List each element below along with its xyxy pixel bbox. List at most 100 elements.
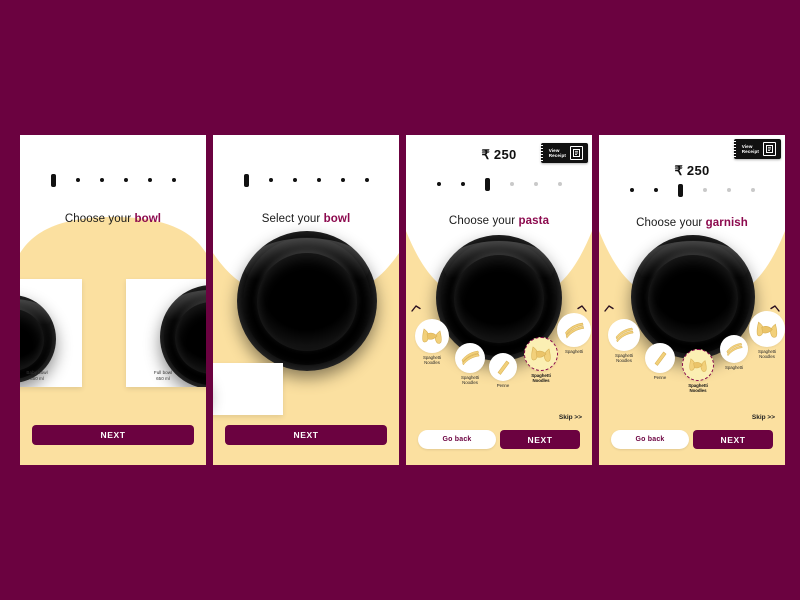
bowl-option-card-baby[interactable]: Baby bowl 350 ml [20,279,82,387]
page-title-highlight: bowl [323,213,351,225]
carousel-item-label: Penne [653,375,667,380]
progress-dot-1[interactable] [436,182,441,186]
carousel-item-label: Penne [496,383,510,388]
progress-dot-5[interactable] [147,178,152,182]
phone-mockup-select-bowl: Select your bowl NEXT [213,135,399,465]
progress-dot-5[interactable] [533,182,538,186]
progress-dot-3[interactable] [292,178,297,182]
go-back-button[interactable]: Go back [418,430,496,449]
pasta-thumb-bowtie-icon [415,319,449,353]
progress-dot-4[interactable] [702,188,707,192]
header-bar: ₹ 250 View Receipt [406,143,592,167]
progress-dot-4[interactable] [123,178,128,182]
bowl-option-card-full[interactable]: Full bowl 650 ml [126,279,206,387]
progress-dot-5[interactable] [340,178,345,182]
page-title-prefix: Choose your [448,215,519,227]
garnish-thumb-noodles-icon [720,335,748,363]
receipt-icon [763,142,776,156]
skip-link[interactable]: Skip >> [559,414,582,421]
carousel-item-5[interactable]: Spaghetti [554,313,592,354]
progress-dot-1[interactable] [243,173,249,187]
progress-dot-2[interactable] [653,188,658,192]
ticket-notch [732,141,736,157]
view-receipt-button[interactable]: View Receipt [732,139,781,159]
progress-dot-4[interactable] [509,182,514,186]
progress-dot-3[interactable] [484,177,490,191]
progress-dot-5[interactable] [726,188,731,192]
progress-dot-6[interactable] [750,188,755,192]
selected-bowl-image[interactable] [237,231,377,371]
skip-link[interactable]: Skip >> [752,414,775,421]
progress-dot-3[interactable] [99,178,104,182]
page-title-highlight: pasta [518,215,550,227]
progress-dot-1[interactable] [629,188,634,192]
view-receipt-label: View Receipt [548,147,566,158]
progress-dots [213,173,399,187]
bowl-option-caption: Full bowl 650 ml [126,370,200,382]
carousel-item-label: Spaghetti Noodles [614,353,634,364]
pasta-thumb-noodles-icon [455,343,485,373]
ticket-notch [539,145,543,161]
screenshot-canvas: Choose your bowl Baby bowl 350 ml Full bo… [0,0,800,600]
carousel-item-label: Spaghetti Noodles [688,383,708,394]
garnish-thumb-bowtie-icon [682,349,714,381]
carousel-item-5[interactable]: Spaghetti Noodles [745,311,785,360]
bowl-option-name: Baby bowl [26,370,48,375]
pasta-thumb-noodles-icon [557,313,591,347]
carousel-item-label: Spaghetti [564,349,584,354]
phone-mockup-choose-bowl: Choose your bowl Baby bowl 350 ml Full bo… [20,135,206,465]
screen-choose-garnish: View Receipt ₹ 250 Choose your garnish S… [599,135,785,465]
garnish-thumb-penne-icon [645,343,675,373]
progress-dot-4[interactable] [316,178,321,182]
page-title: Select your bowl [213,213,399,225]
progress-dot-1[interactable] [50,173,56,187]
screen-select-bowl: Select your bowl NEXT [213,135,399,465]
garnish-thumb-bowtie-icon [749,311,785,347]
screen-choose-pasta: ₹ 250 View Receipt Choose your pasta Spa… [406,135,592,465]
garnish-carousel[interactable]: Spaghetti Noodles Penne Spaghetti Noodle… [599,311,785,413]
progress-dot-3[interactable] [677,183,683,197]
page-title-highlight: bowl [134,213,162,225]
next-button[interactable]: NEXT [225,425,387,445]
carousel-item-2[interactable]: Penne [641,343,679,380]
phone-mockup-choose-pasta: ₹ 250 View Receipt Choose your pasta Spa… [406,135,592,465]
page-title: Choose your bowl [20,213,206,225]
page-title-highlight: garnish [705,217,748,229]
screen-choose-bowl: Choose your bowl Baby bowl 350 ml Full bo… [20,135,206,465]
page-title-prefix: Choose your [636,217,706,229]
bowl-option-name: Full bowl [153,370,173,375]
bowl-option-volume: 650 ml [156,376,170,381]
pasta-carousel[interactable]: Spaghetti Noodles Spaghetti Noodles Penn… [406,313,592,413]
progress-dots [20,173,206,187]
carousel-item-1[interactable]: Spaghetti Noodles [603,319,645,364]
garnish-thumb-noodles-icon [608,319,640,351]
view-receipt-label: View Receipt [741,143,759,154]
carousel-item-label: Spaghetti Noodles [757,349,777,360]
next-button[interactable]: NEXT [500,430,580,449]
next-button[interactable]: NEXT [693,430,773,449]
bowl-option-volume: 350 ml [30,376,44,381]
page-title-prefix: Select your [261,213,324,225]
next-button[interactable]: NEXT [32,425,194,445]
progress-dot-2[interactable] [268,178,273,182]
page-title: Choose your garnish [599,217,785,229]
carousel-item-label: Spaghetti Noodles [531,373,551,384]
progress-dot-2[interactable] [460,182,465,186]
price-label: ₹ 250 [674,163,710,178]
progress-dot-6[interactable] [557,182,562,186]
receipt-icon [570,146,583,160]
progress-dot-6[interactable] [171,178,176,182]
carousel-item-3[interactable]: Penne [484,353,522,388]
view-receipt-button[interactable]: View Receipt [539,143,588,163]
pasta-thumb-penne-icon [489,353,517,381]
go-back-button[interactable]: Go back [611,430,689,449]
progress-dots [406,177,592,191]
progress-dot-2[interactable] [75,178,80,182]
bowl-thumbnail-card[interactable] [213,363,283,415]
progress-dots [599,183,785,197]
phone-mockup-choose-garnish: View Receipt ₹ 250 Choose your garnish S… [599,135,785,465]
header-bar: View Receipt [599,139,785,161]
bowl-option-caption: Baby bowl 350 ml [20,370,82,382]
page-title-prefix: Choose your [64,213,135,225]
progress-dot-6[interactable] [364,178,369,182]
